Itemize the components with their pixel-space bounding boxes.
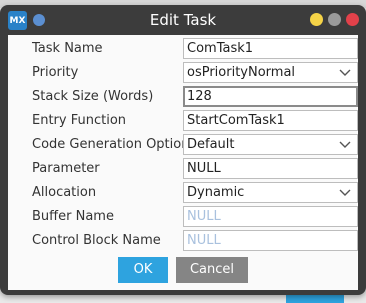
task-name-label: Task Name	[32, 41, 103, 56]
priority-select[interactable]: osPriorityNormal	[183, 62, 358, 83]
maximize-button[interactable]	[328, 13, 341, 26]
row-code-generation: Code Generation Option Default	[8, 133, 358, 157]
allocation-value: Dynamic	[187, 185, 245, 200]
ok-button[interactable]: OK	[118, 257, 168, 283]
allocation-label: Allocation	[32, 185, 97, 200]
buffer-name-input[interactable]: NULL	[183, 206, 358, 227]
row-control-block-name: Control Block Name NULL	[8, 229, 358, 253]
chevron-down-icon	[339, 141, 351, 148]
task-name-input[interactable]: ComTask1	[183, 38, 358, 59]
edit-task-dialog: MX Edit Task Task Name ComTask1 Priority…	[0, 5, 366, 295]
row-entry-function: Entry Function StartComTask1	[8, 109, 358, 133]
title-bar[interactable]: MX Edit Task	[0, 5, 366, 35]
row-parameter: Parameter NULL	[8, 157, 358, 181]
buffer-name-label: Buffer Name	[32, 209, 114, 224]
priority-label: Priority	[32, 65, 79, 80]
row-stack-size: Stack Size (Words) 128	[8, 85, 358, 109]
row-task-name: Task Name ComTask1	[8, 37, 358, 61]
entry-function-input[interactable]: StartComTask1	[183, 110, 358, 131]
code-generation-value: Default	[187, 137, 235, 152]
parameter-label: Parameter	[32, 161, 100, 176]
form-panel: Task Name ComTask1 Priority osPriorityNo…	[8, 35, 358, 290]
cancel-button[interactable]: Cancel	[176, 257, 248, 283]
row-buffer-name: Buffer Name NULL	[8, 205, 358, 229]
close-button[interactable]	[346, 13, 359, 26]
minimize-button[interactable]	[310, 13, 323, 26]
priority-value: osPriorityNormal	[187, 65, 296, 80]
control-block-name-label: Control Block Name	[32, 233, 161, 248]
chevron-down-icon	[339, 189, 351, 196]
chevron-down-icon	[339, 69, 351, 76]
stack-size-label: Stack Size (Words)	[32, 89, 154, 104]
control-block-name-input[interactable]: NULL	[183, 230, 358, 251]
entry-function-label: Entry Function	[32, 113, 127, 128]
code-generation-select[interactable]: Default	[183, 134, 358, 155]
row-priority: Priority osPriorityNormal	[8, 61, 358, 85]
row-allocation: Allocation Dynamic	[8, 181, 358, 205]
parameter-input[interactable]: NULL	[183, 158, 358, 179]
allocation-select[interactable]: Dynamic	[183, 182, 358, 203]
stack-size-input[interactable]: 128	[183, 86, 358, 107]
code-generation-label: Code Generation Option	[32, 137, 190, 152]
